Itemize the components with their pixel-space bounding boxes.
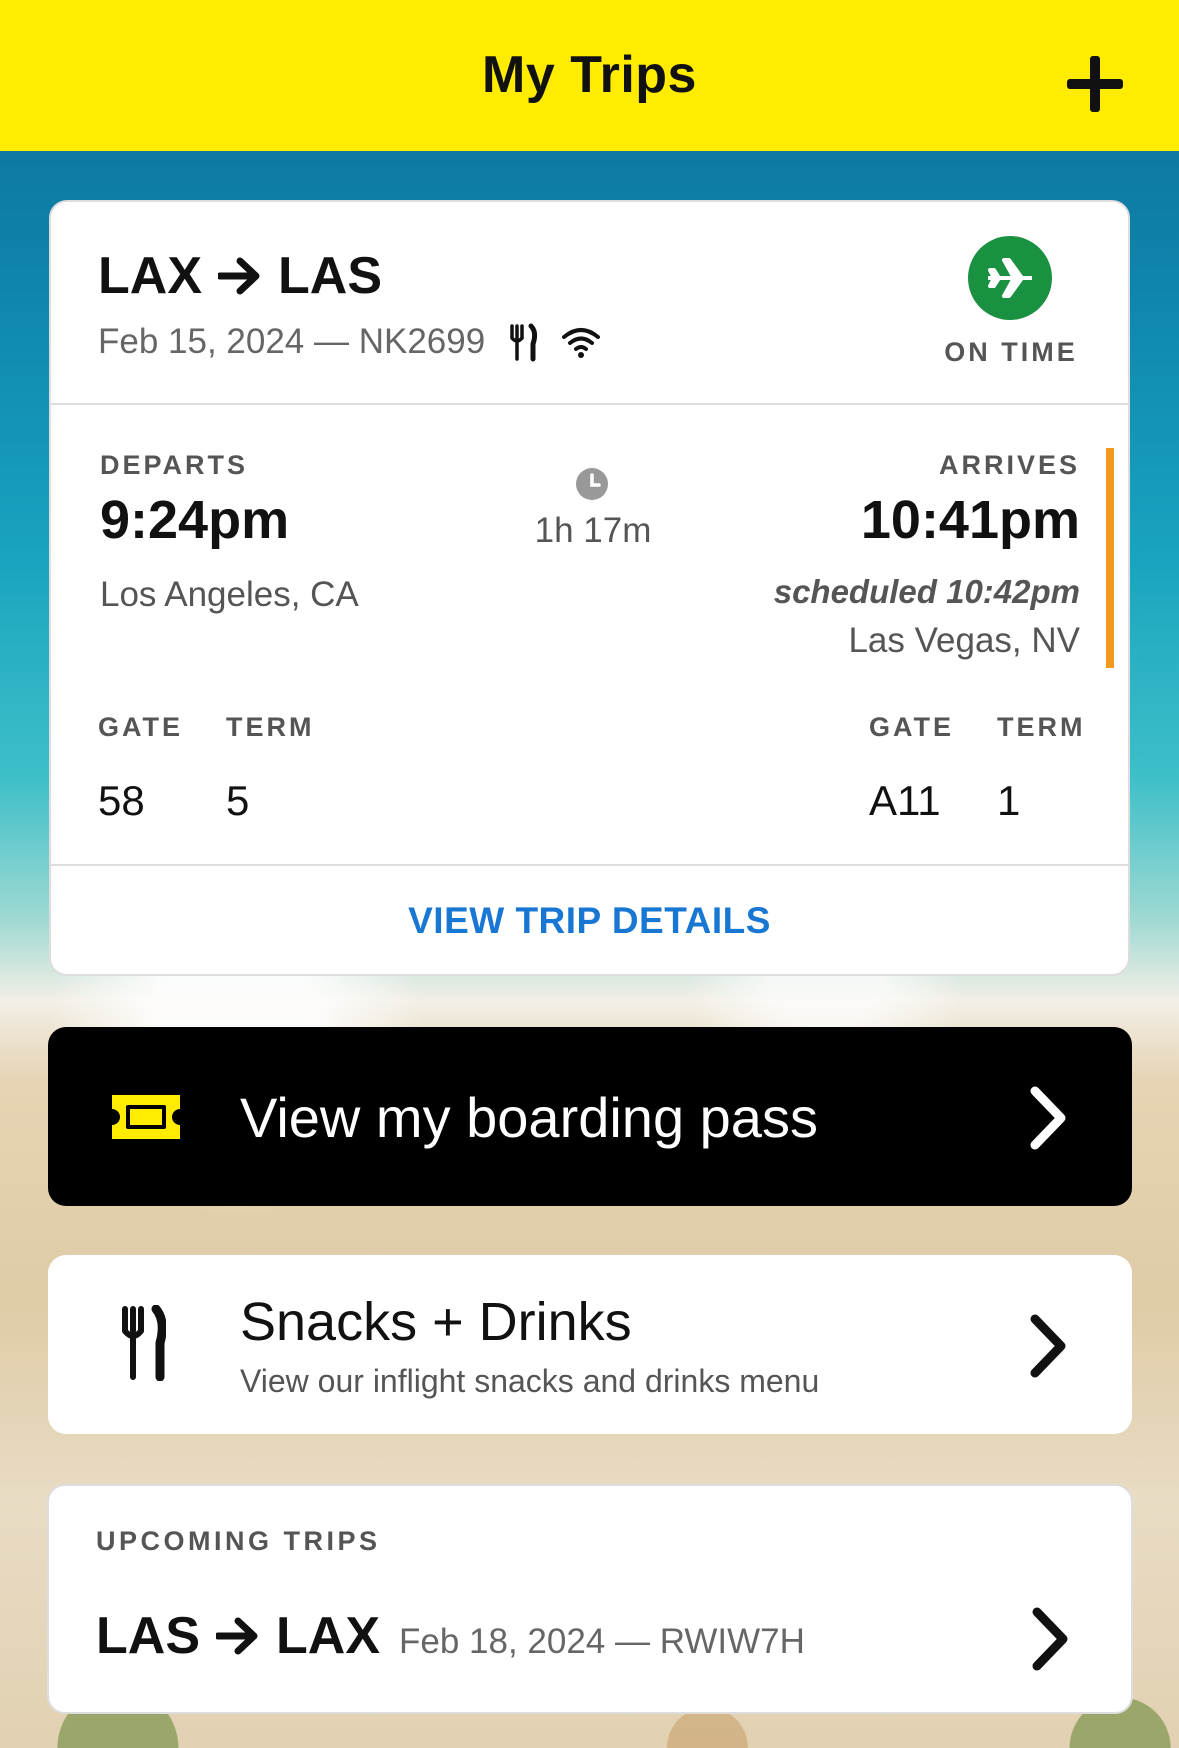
utensils-icon <box>122 1305 166 1381</box>
upcoming-trips-label: UPCOMING TRIPS <box>96 1526 381 1556</box>
flight-duration: 1h 17m <box>534 511 652 550</box>
arrow-right-icon <box>216 1617 258 1655</box>
snacks-drinks-button[interactable]: Snacks + Drinks View our inflight snacks… <box>48 1255 1132 1434</box>
delay-indicator <box>1106 448 1114 668</box>
boarding-pass-label: View my boarding pass <box>240 1086 818 1149</box>
arrival-scheduled: scheduled 10:42pm <box>773 573 1080 610</box>
flight-status: ON TIME <box>944 337 1078 367</box>
arrival-terminal: 1 <box>997 777 1021 824</box>
status-indicator <box>968 236 1052 320</box>
chevron-right-icon <box>1030 1086 1066 1150</box>
arrival-gate-label: GATE <box>869 712 954 742</box>
departure-city: Los Angeles, CA <box>100 575 359 614</box>
departure-gate-label: GATE <box>98 712 183 742</box>
page-title: My Trips <box>482 45 697 104</box>
arrival-city: Las Vegas, NV <box>848 621 1080 660</box>
departs-label: DEPARTS <box>100 450 249 480</box>
boarding-pass-button[interactable]: View my boarding pass <box>48 1027 1132 1206</box>
snacks-subtitle: View our inflight snacks and drinks menu <box>240 1363 820 1399</box>
ticket-icon <box>112 1095 180 1139</box>
add-icon[interactable] <box>1067 56 1123 112</box>
destination-code: LAS <box>278 247 382 305</box>
utensils-icon <box>510 323 538 362</box>
upcoming-date-code: Feb 18, 2024 — RWIW7H <box>399 1622 805 1661</box>
snacks-title: Snacks + Drinks <box>240 1292 632 1352</box>
departure-time: 9:24pm <box>100 490 290 550</box>
airplane-icon <box>988 258 1032 298</box>
trip-details-footer: VIEW TRIP DETAILS <box>51 866 1128 974</box>
arrival-terminal-label: TERM <box>997 712 1086 742</box>
trip-schedule: DEPARTS 9:24pm Los Angeles, CA 1h 17m AR… <box>51 405 1128 866</box>
chevron-right-icon <box>1032 1607 1068 1671</box>
current-trip-card: LAX LAS Feb 15, 2024 — NK2699 ON TIME DE… <box>49 200 1130 976</box>
trip-meta: Feb 15, 2024 — NK2699 <box>98 322 601 362</box>
view-trip-details-link[interactable]: VIEW TRIP DETAILS <box>408 900 771 942</box>
upcoming-trips-card[interactable]: UPCOMING TRIPS LAS LAX Feb 18, 2024 — RW… <box>47 1484 1133 1714</box>
trip-date-flight: Feb 15, 2024 — NK2699 <box>98 322 486 361</box>
departure-terminal-label: TERM <box>226 712 315 742</box>
arrives-label: ARRIVES <box>938 450 1080 480</box>
trip-summary: LAX LAS Feb 15, 2024 — NK2699 ON TIME <box>51 202 1128 405</box>
arrow-right-icon <box>218 257 260 295</box>
upcoming-origin-code: LAS <box>96 1607 200 1665</box>
upcoming-destination-code: LAX <box>276 1607 380 1665</box>
app-header: My Trips <box>0 0 1179 151</box>
chevron-right-icon <box>1030 1314 1066 1378</box>
upcoming-route: LAS LAX <box>96 1606 380 1666</box>
origin-code: LAX <box>98 247 202 305</box>
trip-route: LAX LAS <box>98 246 382 306</box>
departure-gate: 58 <box>98 777 145 824</box>
arrival-gate: A11 <box>869 777 941 824</box>
clock-icon <box>576 468 608 500</box>
departure-terminal: 5 <box>226 777 250 824</box>
arrival-time: 10:41pm <box>860 490 1080 550</box>
wifi-icon <box>562 328 601 358</box>
